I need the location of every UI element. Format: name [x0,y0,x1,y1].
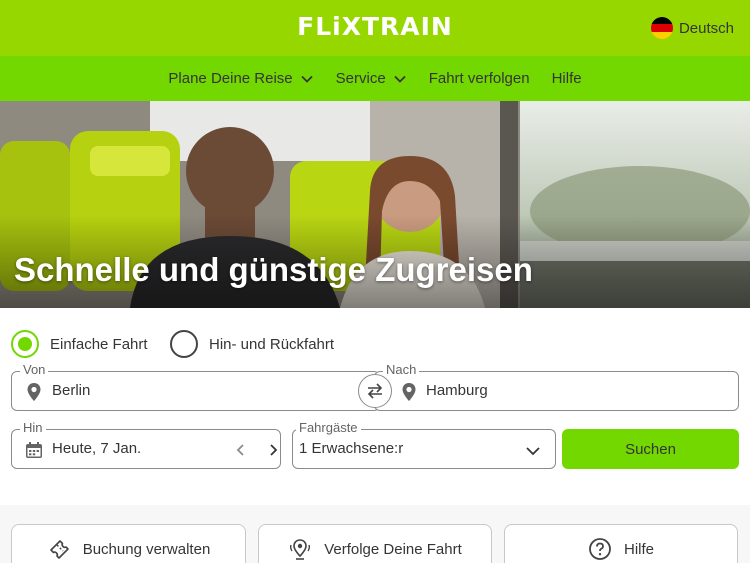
location-pin-icon [27,383,41,401]
location-pin-icon [402,383,416,401]
language-label: Deutsch [678,19,734,37]
from-field[interactable]: Von Berlin [11,362,380,411]
nav-item-label: Hilfe [551,70,582,87]
card-label: Buchung verwalten [82,541,211,558]
flixtrain-logo[interactable]: FLiXTRAIN [0,12,750,41]
radio-one-way[interactable]: Einfache Fahrt [11,330,148,358]
nav-item-label: Fahrt verfolgen [428,70,530,87]
to-field[interactable]: Nach Hamburg [374,362,739,411]
swap-stations-button[interactable] [358,374,392,408]
top-bar: FLiXTRAIN Deutsch [0,0,750,56]
search-button[interactable]: Suchen [562,429,739,469]
previous-day-icon[interactable] [234,443,248,457]
germany-flag-icon [650,17,673,39]
nav-item-service[interactable]: Service [336,70,407,87]
help-circle-icon [589,538,611,560]
help-card[interactable]: Hilfe [504,524,738,563]
nav-item-plane-deine-reise[interactable]: Plane Deine Reise [168,70,313,87]
location-tracking-icon [290,539,311,560]
radio-button[interactable] [170,330,198,358]
nav-item-label: Service [335,70,386,87]
passengers-field[interactable]: Fahrgäste 1 Erwachsene:r [292,420,556,469]
from-label: Von [20,362,49,378]
radio-round-trip[interactable]: Hin- und Rückfahrt [170,330,334,358]
next-day-icon[interactable] [266,443,280,457]
from-input[interactable]: Berlin [52,382,90,399]
passengers-select[interactable]: 1 Erwachsene:r [299,440,403,457]
date-field[interactable]: Hin Heute, 7 Jan. [11,420,281,469]
main-navigation: Plane Deine Reise Service Fahrt verfolge… [0,56,750,101]
card-label: Hilfe [623,541,654,558]
swap-arrows-icon [367,383,383,399]
card-label: Verfolge Deine Fahrt [324,541,462,558]
hero-title: Schnelle und günstige Zugreisen [14,251,533,288]
date-label: Hin [20,420,46,436]
nav-item-fahrt-verfolgen[interactable]: Fahrt verfolgen [429,70,530,87]
chevron-down-icon [301,75,313,83]
language-selector[interactable]: Deutsch [650,17,734,39]
radio-label-round-trip: Hin- und Rückfahrt [209,335,335,353]
date-input[interactable]: Heute, 7 Jan. [52,440,141,457]
calendar-icon [26,442,42,458]
hero-image: Schnelle und günstige Zugreisen [0,101,750,308]
chevron-down-icon [394,75,406,83]
radio-button-checked[interactable] [11,330,39,358]
chevron-down-icon [526,447,540,456]
to-label: Nach [383,362,420,378]
to-input[interactable]: Hamburg [426,382,488,399]
nav-item-hilfe[interactable]: Hilfe [552,70,582,87]
radio-label-one-way: Einfache Fahrt [50,335,148,353]
track-trip-card[interactable]: Verfolge Deine Fahrt [258,524,492,563]
nav-item-label: Plane Deine Reise [168,70,293,87]
passengers-label: Fahrgäste [296,420,361,436]
manage-booking-card[interactable]: Buchung verwalten [11,524,246,563]
ticket-icon [49,540,69,559]
